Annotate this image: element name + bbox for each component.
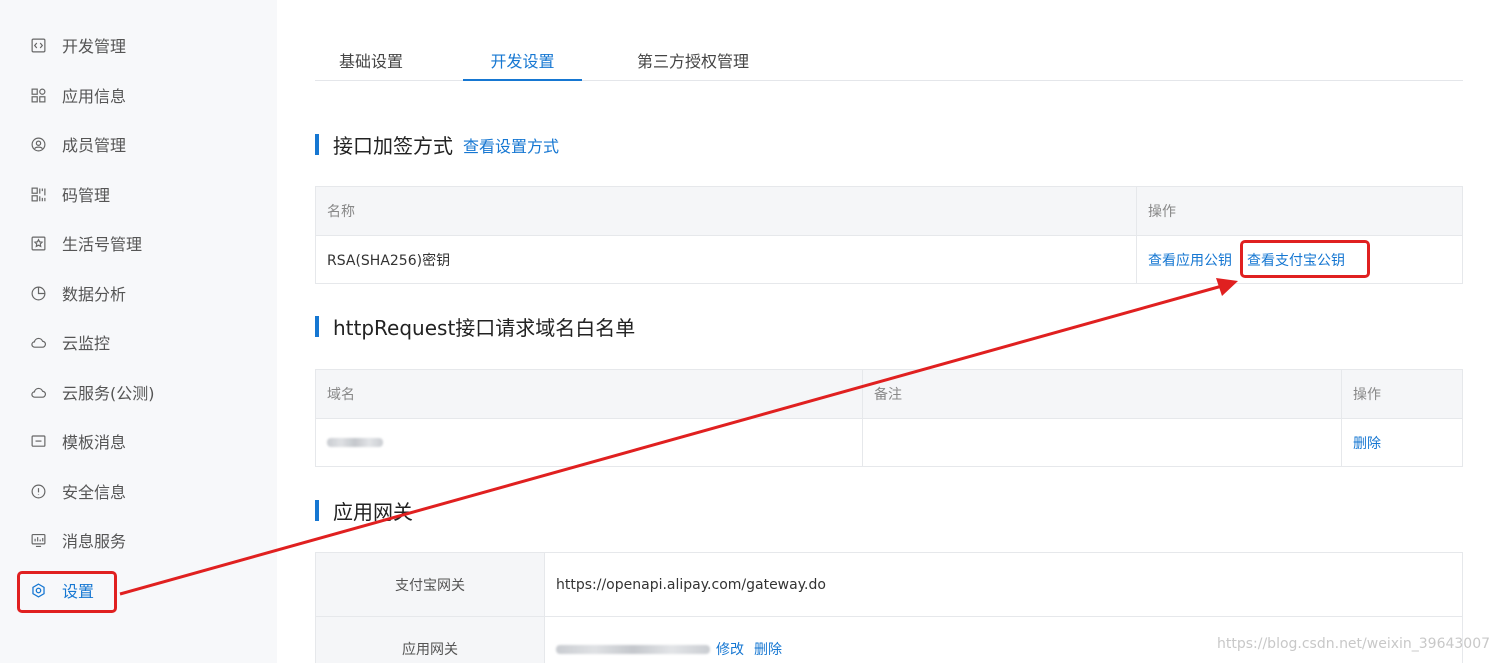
annotation-arrow <box>119 278 1238 596</box>
watermark: https://blog.csdn.net/weixin_39643007 <box>1217 636 1491 652</box>
